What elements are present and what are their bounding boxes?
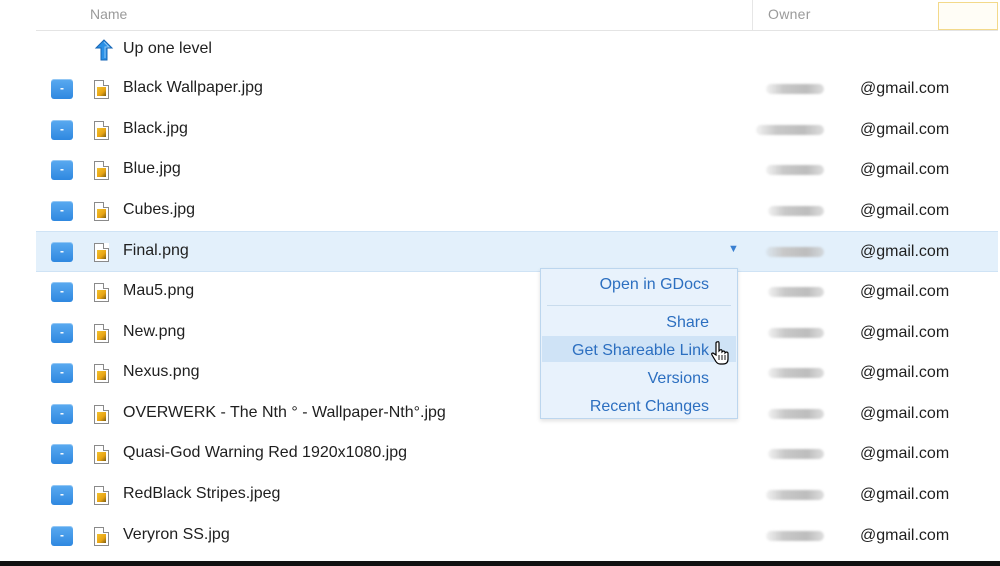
redacted-owner-name (766, 165, 824, 176)
row-checkbox[interactable]: - (51, 322, 73, 343)
context-menu: Open in GDocs Share Get Shareable Link V… (540, 268, 738, 419)
row-checkbox[interactable]: - (51, 281, 73, 302)
left-margin (0, 0, 34, 566)
file-name[interactable]: Blue.jpg (123, 160, 181, 178)
redacted-owner-name (768, 408, 824, 419)
file-row[interactable]: - Black Wallpaper.jpg @gmail.com (36, 69, 998, 110)
file-row[interactable]: - Cubes.jpg @gmail.com (36, 191, 998, 232)
file-row[interactable]: - Quasi-God Warning Red 1920x1080.jpg @gma… (36, 434, 998, 475)
row-checkbox[interactable]: - (51, 403, 73, 424)
row-checkbox[interactable]: - (51, 363, 73, 384)
file-name[interactable]: Nexus.png (123, 363, 200, 381)
owner-email-domain: @gmail.com (860, 201, 950, 219)
redacted-owner-name (768, 205, 824, 216)
file-name[interactable]: OVERWERK - The Nth ° - Wallpaper-Nth°.jp… (123, 404, 446, 422)
image-file-icon (94, 282, 109, 302)
owner-email-domain: @gmail.com (860, 120, 950, 138)
redacted-owner-name (756, 124, 824, 135)
file-name[interactable]: New.png (123, 323, 185, 341)
file-row[interactable]: - Mau5.png @gmail.com (36, 272, 998, 313)
file-name[interactable]: Black.jpg (123, 120, 188, 138)
owner-email-domain: @gmail.com (860, 526, 950, 544)
file-name[interactable]: Black Wallpaper.jpg (123, 79, 263, 97)
file-row[interactable]: - New.png @gmail.com (36, 313, 998, 354)
file-row[interactable]: - OVERWERK - The Nth ° - Wallpaper-Nth°.j… (36, 394, 998, 435)
file-row[interactable]: - Blue.jpg @gmail.com (36, 150, 998, 191)
image-file-icon (94, 364, 109, 384)
menu-item-recent-changes[interactable]: Recent Changes (590, 398, 709, 416)
menu-item-open-in-gdocs[interactable]: Open in GDocs (600, 276, 709, 294)
file-name[interactable]: RedBlack Stripes.jpeg (123, 485, 280, 503)
file-row[interactable]: - Nexus.png @gmail.com (36, 353, 998, 394)
image-file-icon (94, 80, 109, 99)
redacted-owner-name (766, 489, 824, 500)
file-row[interactable]: - Black.jpg @gmail.com (36, 110, 998, 151)
owner-email-domain: @gmail.com (860, 445, 950, 463)
owner-email-domain: @gmail.com (860, 364, 950, 382)
owner-email-domain: @gmail.com (860, 323, 950, 341)
image-file-icon (94, 485, 109, 505)
image-file-icon (94, 243, 109, 263)
file-name[interactable]: Final.png (123, 242, 189, 260)
owner-email-domain: @gmail.com (860, 485, 950, 503)
file-name[interactable]: Veryron SS.jpg (123, 526, 230, 544)
row-checkbox[interactable]: - (51, 525, 73, 546)
redacted-owner-name (768, 327, 824, 338)
image-file-icon (94, 161, 109, 181)
file-list: - Black Wallpaper.jpg @gmail.com - Black.jpg… (36, 69, 998, 556)
up-one-level-row[interactable]: Up one level (36, 31, 998, 69)
menu-item-get-shareable-link[interactable]: Get Shareable Link (572, 342, 709, 360)
redacted-owner-name (766, 84, 824, 94)
image-file-icon (94, 445, 109, 465)
image-file-icon (94, 323, 109, 343)
hand-cursor-icon (710, 340, 732, 366)
row-checkbox[interactable]: - (51, 242, 73, 263)
row-menu-arrow-icon[interactable]: ▼ (728, 243, 739, 255)
file-row[interactable]: - Veryron SS.jpg @gmail.com (36, 516, 998, 557)
menu-item-versions[interactable]: Versions (648, 370, 709, 388)
owner-column-header[interactable]: Owner (768, 6, 811, 22)
owner-email-domain: @gmail.com (860, 243, 950, 261)
row-checkbox[interactable]: - (51, 484, 73, 505)
owner-email-domain: @gmail.com (860, 161, 950, 179)
image-file-icon (94, 526, 109, 546)
redacted-owner-name (766, 530, 824, 541)
row-checkbox[interactable]: - (51, 79, 73, 99)
file-name[interactable]: Quasi-God Warning Red 1920x1080.jpg (123, 444, 407, 462)
owner-email-domain: @gmail.com (860, 404, 950, 422)
redacted-owner-name (766, 247, 824, 258)
column-header: Name Owner (36, 0, 998, 31)
name-column-header[interactable]: Name (90, 6, 127, 22)
image-file-icon (94, 120, 109, 140)
owner-email-domain: @gmail.com (860, 80, 950, 97)
row-checkbox[interactable]: - (51, 444, 73, 465)
image-file-icon (94, 201, 109, 221)
file-row[interactable]: - Final.png ▼ @gmail.com (36, 231, 998, 272)
redacted-owner-name (768, 368, 824, 379)
header-filter-box[interactable] (938, 2, 998, 30)
image-file-icon (94, 404, 109, 424)
file-row[interactable]: - RedBlack Stripes.jpeg @gmail.com (36, 475, 998, 516)
bottom-border (0, 561, 1000, 566)
menu-item-share[interactable]: Share (666, 314, 709, 332)
row-checkbox[interactable]: - (51, 200, 73, 221)
file-name[interactable]: Cubes.jpg (123, 201, 195, 219)
menu-separator (547, 305, 731, 306)
up-arrow-icon (94, 39, 114, 61)
owner-email-domain: @gmail.com (860, 282, 950, 300)
redacted-owner-name (768, 286, 824, 297)
row-checkbox[interactable]: - (51, 119, 73, 140)
column-divider (752, 0, 753, 30)
row-checkbox[interactable]: - (51, 160, 73, 181)
redacted-owner-name (768, 449, 824, 460)
file-name[interactable]: Mau5.png (123, 282, 194, 300)
up-one-level-label[interactable]: Up one level (123, 40, 212, 58)
